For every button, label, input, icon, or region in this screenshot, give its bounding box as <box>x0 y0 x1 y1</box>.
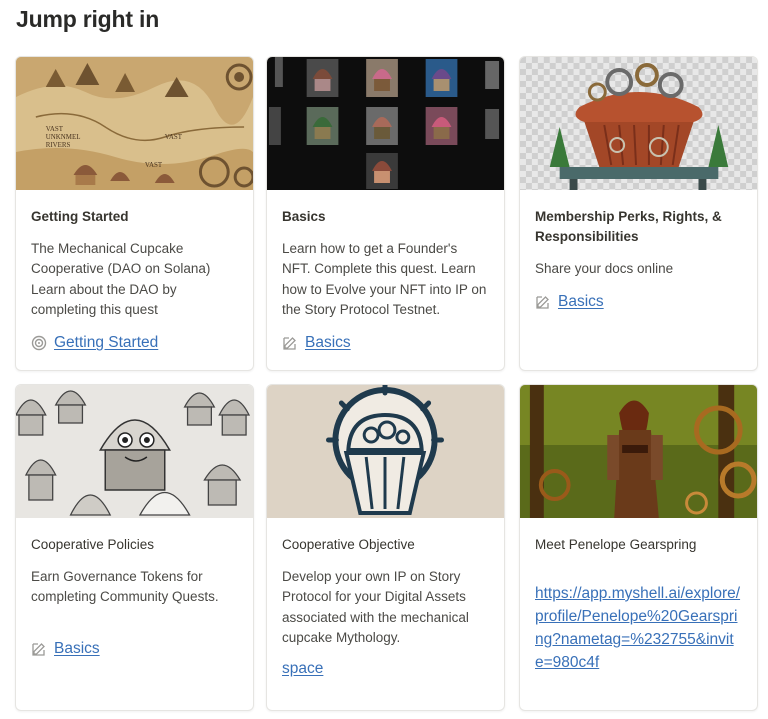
card-cooperative-policies[interactable]: Cooperative Policies Earn Governance Tok… <box>15 384 254 711</box>
card-link[interactable]: Getting Started <box>54 334 158 352</box>
card-description: The Mechanical Cupcake Cooperative (DAO … <box>31 241 211 317</box>
svg-text:UNKNMEL: UNKNMEL <box>46 133 81 141</box>
card-link-row[interactable]: space <box>282 660 489 678</box>
target-icon <box>31 335 47 351</box>
steampunk-cupcake-map-image: VAST UNKNMEL RIVERS VAST VAST <box>16 57 253 190</box>
edit-icon <box>283 337 296 350</box>
svg-text:VAST: VAST <box>165 133 183 141</box>
profile-url-link[interactable]: https://app.myshell.ai/explore/profile/P… <box>535 582 742 674</box>
card-link-row[interactable]: Basics <box>31 640 238 658</box>
section-title: Jump right in <box>16 6 160 32</box>
gear-cupcake-transparent-image <box>520 57 757 190</box>
robot-cupcakes-sketch-image <box>16 385 253 518</box>
card-link[interactable]: Basics <box>305 334 351 352</box>
card-basics[interactable]: Basics Learn how to get a Founder's NFT.… <box>266 56 505 371</box>
card-title: Getting Started <box>31 209 129 224</box>
svg-text:RIVERS: RIVERS <box>46 141 71 149</box>
card-link-row[interactable]: Basics <box>282 334 489 352</box>
svg-text:VAST: VAST <box>145 161 163 169</box>
card-link[interactable]: space <box>282 660 323 678</box>
card-cooperative-objective[interactable]: Cooperative Objective Develop your own I… <box>266 384 505 711</box>
card-description: Learn how to get a Founder's NFT. Comple… <box>282 241 487 317</box>
card-membership-perks[interactable]: Membership Perks, Rights, & Responsibili… <box>519 56 758 371</box>
card-title: Cooperative Objective <box>282 537 415 552</box>
card-title: Cooperative Policies <box>31 537 155 552</box>
card-title: Membership Perks, Rights, & Responsibili… <box>535 209 722 244</box>
card-link-row[interactable]: Basics <box>535 293 742 311</box>
card-getting-started[interactable]: VAST UNKNMEL RIVERS VAST VAST Getting St… <box>15 56 254 371</box>
card-description: Share your docs online <box>535 261 674 276</box>
card-description: Develop your own IP on Story Protocol fo… <box>282 569 469 645</box>
card-title: Basics <box>282 209 326 224</box>
penelope-gearspring-portrait-image <box>520 385 757 518</box>
svg-text:VAST: VAST <box>46 125 64 133</box>
card-title: Meet Penelope Gearspring <box>535 537 697 552</box>
card-link[interactable]: Basics <box>558 293 604 311</box>
edit-icon <box>32 642 45 656</box>
edit-icon <box>536 296 549 309</box>
card-link-row[interactable]: Getting Started <box>31 334 238 352</box>
gear-cupcake-logo-image <box>267 385 504 518</box>
card-meet-penelope[interactable]: Meet Penelope Gearspring https://app.mys… <box>519 384 758 711</box>
card-description: Earn Governance Tokens for completing Co… <box>31 569 219 605</box>
cupcake-nft-gallery-image <box>267 57 504 190</box>
card-link[interactable]: Basics <box>54 640 100 658</box>
